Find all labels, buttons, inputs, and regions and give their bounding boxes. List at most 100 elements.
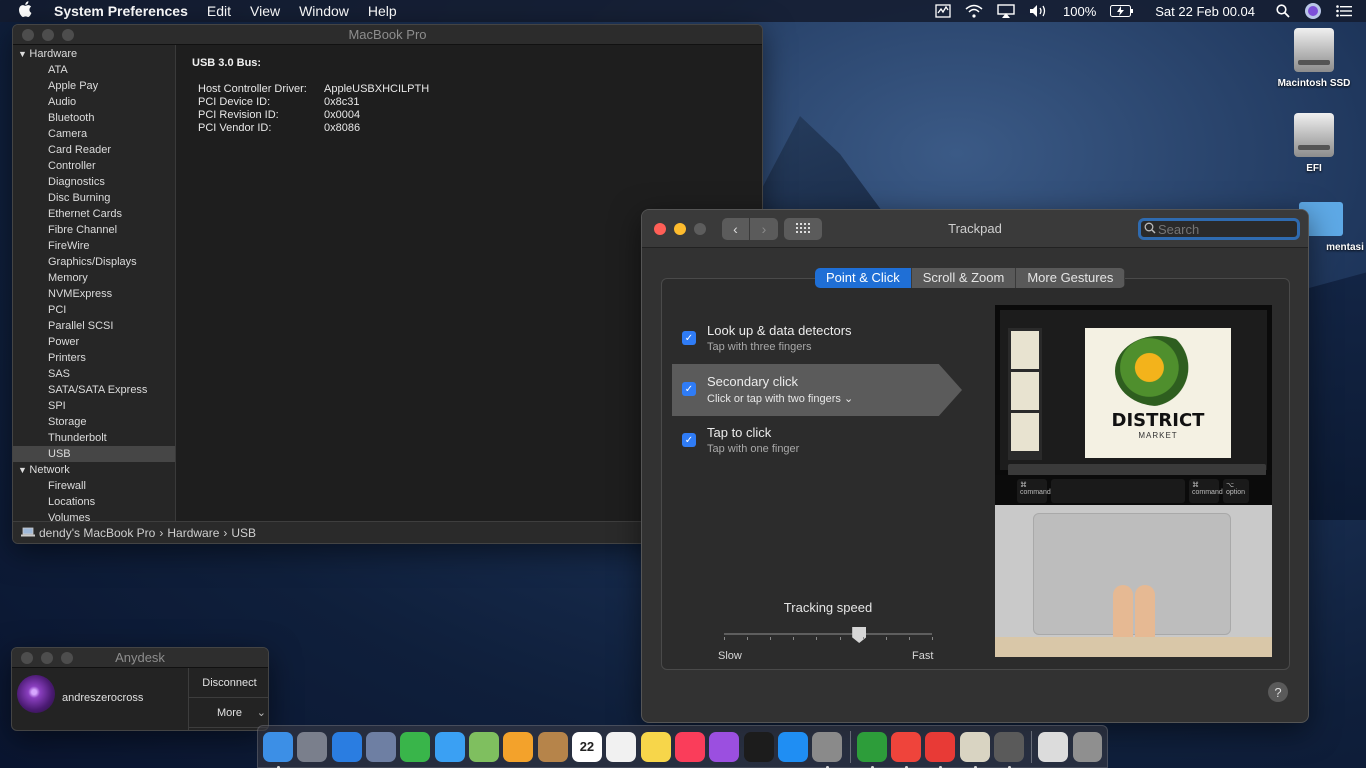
battery-percent[interactable]: 100% [1063,4,1096,19]
option-tap-to-click[interactable]: ✓ Tap to click Tap with one finger [672,415,962,467]
tree-item[interactable]: Memory [13,270,175,286]
look-up-checkbox[interactable]: ✓ [682,331,696,345]
minimize-button[interactable] [42,28,54,41]
option-secondary-click[interactable]: ✓ Secondary click Click or tap with two … [672,364,962,416]
anydesk-app-icon[interactable] [890,731,921,768]
back-button[interactable]: ‹ [722,217,750,240]
tree-item[interactable]: PCI [13,302,175,318]
messages-icon[interactable] [434,731,465,762]
tree-item[interactable]: Apple Pay [13,78,175,94]
tree-item[interactable]: Controller [13,158,175,174]
close-button[interactable] [654,222,666,235]
show-all-button[interactable] [784,217,822,240]
tree-item[interactable]: Ethernet Cards [13,206,175,222]
preview-app-icon[interactable] [365,731,396,762]
desktop-icon-macintosh-ssd[interactable]: Macintosh SSD [1269,28,1359,89]
menu-window[interactable]: Window [299,3,349,19]
facetime-icon[interactable] [400,731,431,762]
menu-help[interactable]: Help [368,3,397,19]
volume-icon[interactable] [1029,4,1049,18]
tree-item[interactable]: Diagnostics [13,174,175,190]
tab-scroll-zoom[interactable]: Scroll & Zoom [911,268,1017,288]
tracking-speed-slider[interactable] [724,627,933,643]
tree-item[interactable]: Fibre Channel [13,222,175,238]
tree-item[interactable]: Audio [13,94,175,110]
tree-item[interactable]: SPI [13,398,175,414]
file-app-icon[interactable] [959,731,990,768]
photos-icon[interactable] [503,731,534,762]
tap-to-click-checkbox[interactable]: ✓ [682,433,696,447]
spotlight-search-icon[interactable] [1276,4,1290,18]
disconnect-button[interactable]: Disconnect [189,668,268,698]
menu-view[interactable]: View [250,3,280,19]
tree-item[interactable]: FireWire [13,238,175,254]
path-segment[interactable]: USB [231,526,256,540]
disclosure-triangle-icon[interactable]: ▼ [18,465,29,475]
wifi-icon[interactable] [965,4,983,18]
slider-thumb[interactable] [852,627,867,643]
option-look-up[interactable]: ✓ Look up & data detectors Tap with thre… [672,313,962,365]
reminders-icon[interactable] [606,731,637,762]
window-toolbar[interactable]: ‹ › Trackpad [642,210,1308,248]
help-button[interactable]: ? [1268,682,1288,702]
tree-item[interactable]: Parallel SCSI [13,318,175,334]
path-segment[interactable]: Hardware [167,526,219,540]
green-app-icon[interactable] [856,731,887,768]
tree-group-hardware[interactable]: ▼ Hardware [13,46,175,62]
tree-item[interactable]: ATA [13,62,175,78]
maps-icon[interactable] [468,731,499,762]
notebook-icon[interactable] [537,731,568,762]
tree-item[interactable]: Disc Burning [13,190,175,206]
path-segment[interactable]: dendy's MacBook Pro [39,526,155,540]
tree-item[interactable]: Camera [13,126,175,142]
tree-item[interactable]: Storage [13,414,175,430]
close-button[interactable] [22,28,34,41]
battery-icon[interactable] [1110,5,1134,17]
launchpad-icon[interactable] [297,731,328,762]
close-button[interactable] [21,651,33,664]
activity-monitor-icon[interactable] [935,4,951,18]
search-input[interactable] [1158,221,1288,237]
secondary-click-checkbox[interactable]: ✓ [682,382,696,396]
zoom-button[interactable] [62,28,74,41]
forward-button[interactable]: › [750,217,778,240]
tree-item[interactable]: Bluetooth [13,110,175,126]
zoom-button[interactable] [61,651,73,664]
tree-item[interactable]: Graphics/Displays [13,254,175,270]
desktop-icon-efi[interactable]: EFI [1269,113,1359,174]
system-preferences-icon[interactable] [812,731,843,768]
user-account-icon[interactable] [1304,2,1322,20]
tree-item[interactable]: Card Reader [13,142,175,158]
trash-icon[interactable] [1072,731,1103,762]
menu-app-name[interactable]: System Preferences [54,3,188,19]
tree-group-network[interactable]: ▼ Network [13,462,175,478]
window-titlebar[interactable]: MacBook Pro [13,25,762,45]
documents-icon[interactable] [1038,731,1069,762]
tab-point-click[interactable]: Point & Click [815,268,912,288]
menu-edit[interactable]: Edit [207,3,231,19]
tree-item[interactable]: NVMExpress [13,286,175,302]
airplay-icon[interactable] [997,4,1015,18]
tree-item[interactable]: SAS [13,366,175,382]
search-field[interactable] [1138,218,1300,240]
utility-app-icon[interactable] [993,731,1024,768]
notes-icon[interactable] [640,731,671,762]
music-icon[interactable] [674,731,705,762]
tree-item[interactable]: SATA/SATA Express [13,382,175,398]
minimize-button[interactable] [674,222,686,235]
app-store-icon[interactable] [777,731,808,762]
clock[interactable]: Sat 22 Feb 00.04 [1155,4,1255,19]
tree-item[interactable]: Thunderbolt [13,430,175,446]
tab-more-gestures[interactable]: More Gestures [1016,268,1126,288]
anydesk-app-2-icon[interactable] [925,731,956,768]
podcasts-icon[interactable] [709,731,740,762]
calendar-icon[interactable]: 22 [571,731,602,762]
minimize-button[interactable] [41,651,53,664]
apple-tv-icon[interactable] [743,731,774,762]
safari-icon[interactable] [331,731,362,762]
tree-item[interactable]: Locations [13,494,175,510]
tree-item[interactable]: Power [13,334,175,350]
tree-item[interactable]: Firewall [13,478,175,494]
tree-item[interactable]: USB [13,446,175,462]
tree-item[interactable]: Printers [13,350,175,366]
